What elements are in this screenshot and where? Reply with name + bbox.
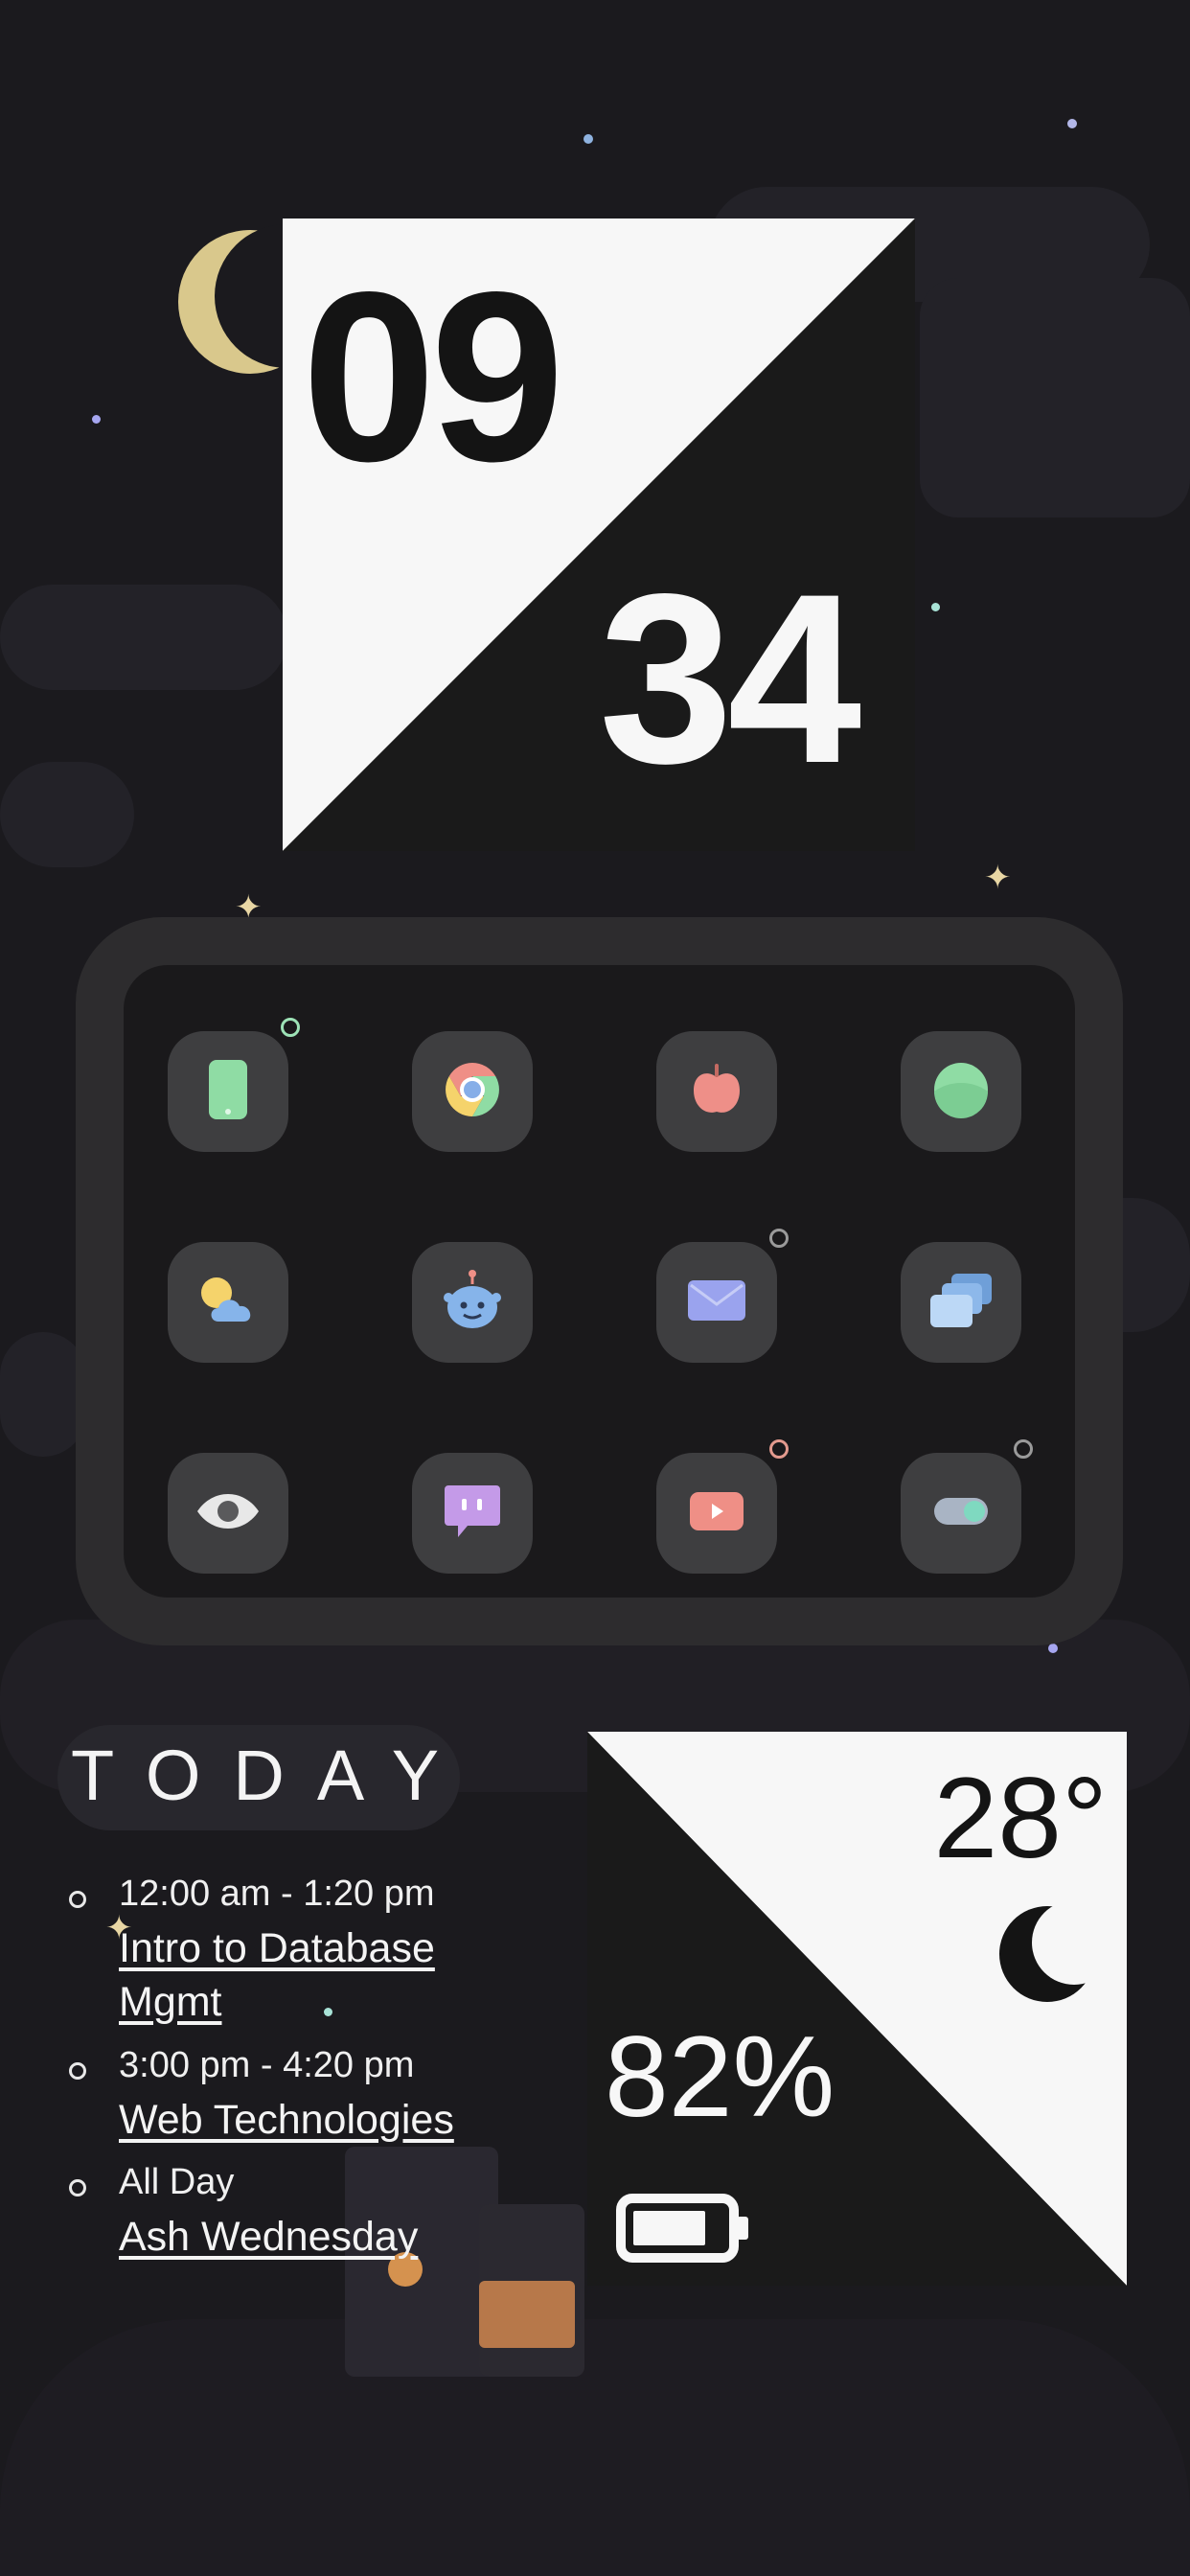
bullet-icon (69, 2179, 86, 2196)
chrome-icon (444, 1061, 501, 1123)
apple-icon (692, 1062, 742, 1122)
app-multi-window[interactable] (901, 1242, 1021, 1363)
clock-minute: 34 (599, 544, 861, 814)
clock-widget[interactable]: 09 34 (283, 218, 915, 851)
app-reddit[interactable] (412, 1242, 533, 1363)
play-icon (689, 1491, 744, 1536)
app-toggle[interactable] (901, 1453, 1021, 1574)
phone-icon (207, 1058, 249, 1126)
battery-level (633, 2211, 705, 2245)
sparkle-icon: ✦ (984, 860, 1012, 896)
moon-icon (999, 1900, 1116, 2002)
app-chrome[interactable] (412, 1031, 533, 1152)
app-video[interactable] (656, 1453, 777, 1574)
app-mail[interactable] (656, 1242, 777, 1363)
notification-badge (769, 1439, 789, 1459)
clock-hour: 09 (302, 242, 564, 512)
event-time: 12:00 am - 1:20 pm (119, 1874, 435, 1914)
notification-badge (1014, 1439, 1033, 1459)
event-time: 3:00 pm - 4:20 pm (119, 2045, 415, 2085)
notification-badge (769, 1229, 789, 1248)
agenda-title: TODAY (71, 1736, 472, 1815)
app-weather[interactable] (168, 1242, 288, 1363)
eye-icon (195, 1492, 261, 1535)
event-title-link[interactable]: Intro to Database Mgmt (119, 1921, 521, 2029)
weather-battery-widget[interactable]: 28° 82% (587, 1732, 1127, 2286)
event-time: All Day (119, 2162, 235, 2202)
bullet-icon (69, 1891, 86, 1908)
temperature: 28° (933, 1754, 1108, 1882)
robot-icon (443, 1269, 502, 1337)
windows-icon (928, 1272, 994, 1334)
event-title-link[interactable]: Web Technologies (119, 2093, 521, 2147)
toggle-icon (933, 1497, 989, 1530)
mail-icon (687, 1279, 746, 1326)
chat-icon (445, 1484, 500, 1544)
app-circle[interactable] (901, 1031, 1021, 1152)
app-eye[interactable] (168, 1453, 288, 1574)
notification-badge (281, 1018, 300, 1037)
battery-percent: 82% (605, 2012, 835, 2141)
event-title-link[interactable]: Ash Wednesday (119, 2210, 521, 2264)
app-phone[interactable] (168, 1031, 288, 1152)
app-apple[interactable] (656, 1031, 777, 1152)
weather-icon (197, 1276, 259, 1330)
app-grid (124, 965, 1075, 1598)
battery-icon (616, 2194, 748, 2263)
green-circle-icon (932, 1061, 990, 1123)
app-chat[interactable] (412, 1453, 533, 1574)
bullet-icon (69, 2062, 86, 2080)
app-grid-widget (76, 917, 1123, 1645)
